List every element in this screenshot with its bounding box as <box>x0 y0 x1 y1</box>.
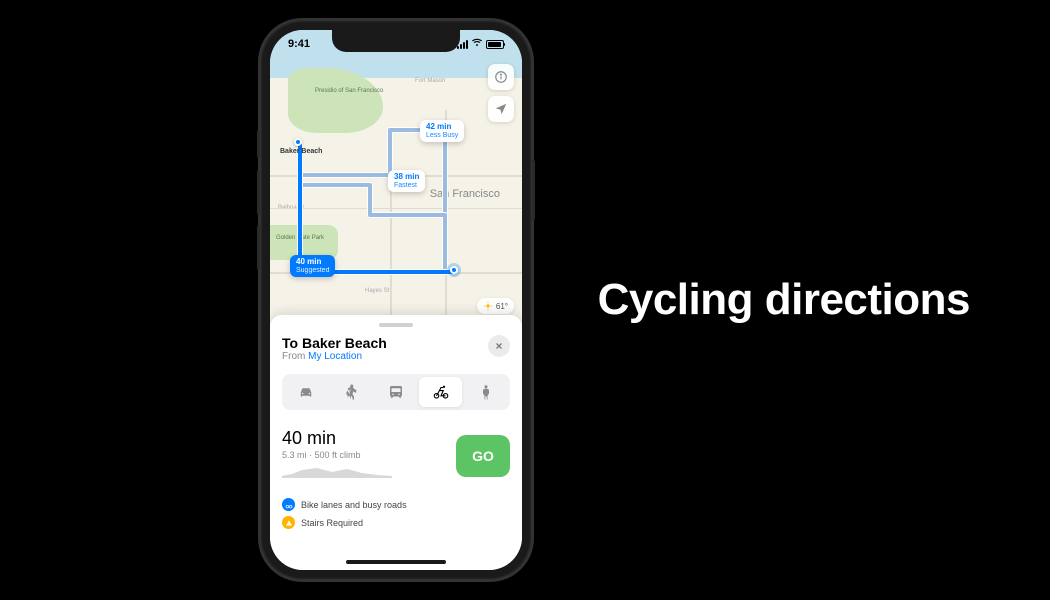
bike-icon <box>432 383 450 401</box>
route-callout-lessbusy[interactable]: 42 min Less Busy <box>420 120 464 142</box>
wifi-icon <box>471 38 483 51</box>
power-button <box>532 160 535 220</box>
mode-bike[interactable] <box>419 377 462 407</box>
weather-temp: 61° <box>496 302 508 311</box>
volume-up-button <box>257 170 260 215</box>
current-location-pin[interactable] <box>450 266 458 274</box>
close-icon <box>494 341 504 351</box>
go-button[interactable]: GO <box>456 435 510 477</box>
weather-chip[interactable]: 61° <box>477 298 514 314</box>
walk-icon <box>342 383 360 401</box>
route-card[interactable]: 40 min 5.3 mi · 500 ft climb GO <box>282 422 510 493</box>
route-badges: Bike lanes and busy roads Stairs Require… <box>282 498 510 529</box>
mode-car[interactable] <box>285 377 328 407</box>
elevation-profile <box>282 464 392 478</box>
phone-screen: 9:41 Presidio of San Francisco Golden Ga… <box>270 30 522 570</box>
mode-transit[interactable] <box>375 377 418 407</box>
close-button[interactable] <box>488 335 510 357</box>
status-time: 9:41 <box>288 38 310 50</box>
route-start-pin[interactable] <box>294 138 302 146</box>
my-location-link[interactable]: My Location <box>308 351 362 362</box>
bike-lane-icon <box>282 498 295 511</box>
map-area[interactable]: Presidio of San Francisco Golden Gate Pa… <box>270 30 522 350</box>
route-distance: 5.3 mi · 500 ft climb <box>282 450 392 460</box>
callout-tag: Less Busy <box>426 132 458 140</box>
route-callout-fastest[interactable]: 38 min Fastest <box>388 170 425 192</box>
map-info-button[interactable] <box>488 64 514 90</box>
home-indicator[interactable] <box>346 560 446 564</box>
car-icon <box>297 383 315 401</box>
transit-icon <box>387 383 405 401</box>
warning-icon <box>282 516 295 529</box>
callout-time: 38 min <box>394 173 419 182</box>
callout-time: 40 min <box>296 258 329 267</box>
transport-mode-selector <box>282 374 510 410</box>
mute-switch <box>257 130 260 158</box>
mode-rideshare[interactable] <box>464 377 507 407</box>
callout-tag: Fastest <box>394 182 419 190</box>
battery-icon <box>486 40 504 49</box>
badge-text: Bike lanes and busy roads <box>301 500 407 510</box>
volume-down-button <box>257 225 260 270</box>
route-start-label: Baker Beach <box>280 148 322 155</box>
callout-time: 42 min <box>426 123 458 132</box>
origin-subtitle: From My Location <box>282 351 387 362</box>
badge-text: Stairs Required <box>301 518 363 528</box>
sheet-grabber[interactable] <box>379 323 413 327</box>
notch <box>332 30 460 52</box>
badge-bike-lanes: Bike lanes and busy roads <box>282 498 510 511</box>
rideshare-icon <box>477 383 495 401</box>
phone-frame: 9:41 Presidio of San Francisco Golden Ga… <box>260 20 532 580</box>
slide-title: Cycling directions <box>598 275 970 325</box>
route-callout-suggested[interactable]: 40 min Suggested <box>290 255 335 277</box>
directions-sheet[interactable]: To Baker Beach From My Location <box>270 315 522 570</box>
callout-tag: Suggested <box>296 267 329 275</box>
mode-walk[interactable] <box>330 377 373 407</box>
badge-stairs: Stairs Required <box>282 516 510 529</box>
destination-title: To Baker Beach <box>282 335 387 351</box>
route-time: 40 min <box>282 428 392 449</box>
map-recenter-button[interactable] <box>488 96 514 122</box>
sun-icon <box>483 301 493 311</box>
